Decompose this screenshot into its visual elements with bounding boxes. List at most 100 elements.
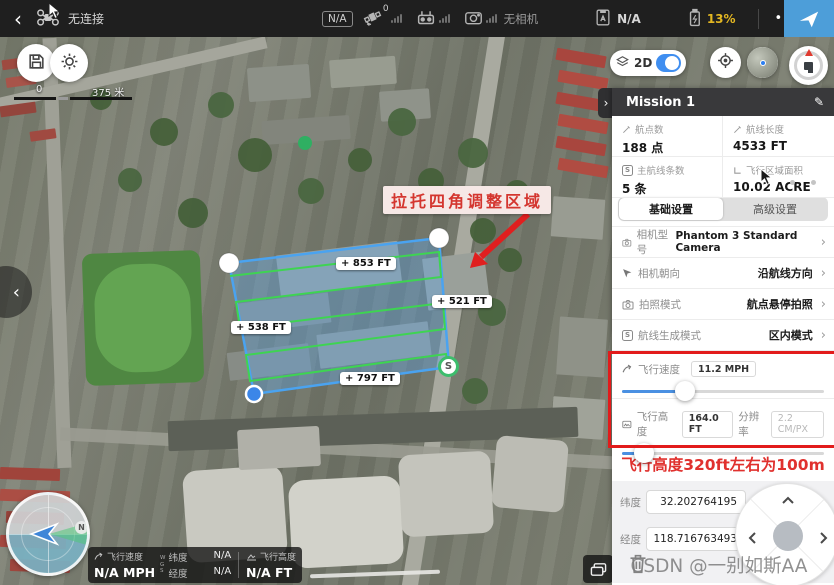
coordinates-section: 纬度 经度 (612, 481, 834, 583)
map-texture (247, 64, 311, 102)
map-texture (398, 451, 494, 538)
mission-panel: Mission 1 ✎ 航点数 188 点 航线长度 4533 FT S 主航线… (612, 88, 834, 585)
map-texture (551, 196, 606, 240)
dpad-right-icon[interactable] (820, 532, 828, 544)
stat-route-length: 航线长度 4533 FT (723, 116, 834, 157)
map-texture (557, 158, 608, 179)
map-texture (288, 475, 404, 569)
map-texture (555, 48, 606, 69)
dpad-up-icon[interactable] (782, 496, 794, 504)
telemetry-lat-label: 纬度 (168, 550, 187, 564)
map-texture (498, 248, 522, 272)
map-texture (462, 378, 488, 404)
altitude-icon (622, 419, 632, 430)
telemetry-lat-value: N/A (213, 550, 231, 564)
stacked-frames-icon (590, 562, 607, 577)
row-route-mode[interactable]: S 航线生成模式 区内模式 › (612, 319, 834, 350)
gear-icon (60, 52, 79, 75)
scale-bar (58, 97, 68, 100)
save-icon (27, 52, 46, 75)
divider (758, 9, 759, 29)
camera-signal-bars (486, 14, 497, 23)
map-annotation: 拉托四角调整区域 (383, 186, 551, 214)
locate-icon (717, 52, 734, 73)
edit-icon[interactable]: ✎ (814, 95, 824, 109)
edge-distance-label: + 797 FT (340, 372, 400, 385)
map-texture (93, 262, 193, 373)
map-texture (178, 198, 208, 228)
altitude-slider[interactable] (622, 452, 824, 455)
row-camera-model[interactable]: 相机型号 Phantom 3 Standard Camera › (612, 226, 834, 257)
resolution-label: 分辨率 (738, 409, 764, 439)
resolution-value-box: 2.2 CM/PX (771, 411, 824, 438)
telemetry-lng-value: N/A (213, 566, 231, 580)
speed-value-box[interactable]: 11.2 MPH (691, 361, 756, 377)
dpad-center-button[interactable] (773, 521, 803, 551)
satellite-icon: 0 (363, 8, 382, 29)
altitude-icon (246, 552, 257, 562)
media-layers-button[interactable] (583, 555, 613, 583)
telemetry-speed-value: N/A MPH (94, 565, 152, 580)
lat-input[interactable] (646, 490, 746, 514)
gps-count: 0 (383, 4, 389, 14)
edge-distance-label: + 853 FT (336, 257, 396, 270)
lng-input[interactable] (646, 527, 746, 551)
serpentine-icon: S (622, 330, 633, 341)
mission-status-icon (594, 8, 612, 30)
mission-title: Mission 1 (626, 95, 695, 110)
start-point-marker[interactable]: S (438, 356, 459, 377)
area-icon (733, 166, 742, 175)
map-texture (491, 435, 569, 513)
layers-icon (615, 54, 630, 73)
compass-button[interactable] (789, 46, 828, 85)
row-photo-mode[interactable]: 拍照模式 航点悬停拍照 › (612, 288, 834, 319)
lat-label: 纬度 (620, 495, 646, 510)
map-texture (470, 218, 496, 244)
airplane-icon (797, 8, 821, 30)
scale-start-label: 0 (36, 84, 42, 95)
camera-signal-icon (464, 9, 483, 29)
flight-speed-section: 飞行速度 11.2 MPH (612, 350, 834, 398)
map-texture (556, 316, 608, 377)
map-texture (555, 136, 606, 157)
nudge-dpad[interactable] (735, 483, 834, 585)
mission-settings-button[interactable] (50, 44, 88, 82)
stats-pagination-dots[interactable] (790, 180, 816, 185)
edge-distance-label: + 538 FT (231, 321, 291, 334)
mission-planner-app: + 853 FT + 521 FT + 538 FT + 797 FT S 拉托… (0, 0, 834, 585)
remote-controller-icon (416, 8, 436, 29)
speed-slider-thumb[interactable] (675, 381, 695, 401)
stat-waypoints: 航点数 188 点 (612, 116, 723, 157)
map-thumbnail-button[interactable] (747, 47, 778, 78)
dpad-left-icon[interactable] (748, 532, 756, 544)
wgs-badge: WGS (160, 550, 165, 580)
lng-label: 经度 (620, 532, 646, 547)
map-texture (150, 118, 178, 146)
mouse-cursor (48, 2, 61, 20)
back-button[interactable]: ‹ (14, 7, 22, 31)
compass-buildings-glyph (804, 62, 813, 70)
altitude-value-box[interactable]: 164.0 FT (682, 411, 734, 438)
drone-heading-arrow (29, 521, 63, 547)
chevron-left-icon: ‹ (13, 282, 20, 303)
flight-mode-badge: N/A (322, 11, 353, 27)
stat-area: 飞行区域面积 10.02 ACRE (723, 157, 834, 198)
takeoff-button[interactable] (784, 0, 834, 37)
map-texture (458, 138, 488, 168)
scale-bar (70, 97, 132, 100)
map-mode-control[interactable]: 2D (610, 50, 686, 76)
chevron-right-icon: › (821, 297, 826, 312)
locate-button[interactable] (710, 47, 741, 78)
tab-advanced-settings[interactable]: 高级设置 (723, 198, 827, 220)
route-length-icon (733, 125, 742, 134)
mission-header: Mission 1 ✎ (612, 88, 834, 116)
camera-icon (622, 299, 634, 310)
speed-slider[interactable] (622, 390, 824, 393)
2d-toggle[interactable] (656, 54, 681, 72)
chevron-right-icon: › (821, 235, 826, 250)
tab-basic-settings[interactable]: 基础设置 (619, 198, 723, 220)
trash-icon[interactable] (628, 553, 648, 575)
map-texture (310, 570, 440, 579)
row-camera-heading[interactable]: 相机朝向 沿航线方向 › (612, 257, 834, 288)
north-badge: N (75, 521, 88, 534)
